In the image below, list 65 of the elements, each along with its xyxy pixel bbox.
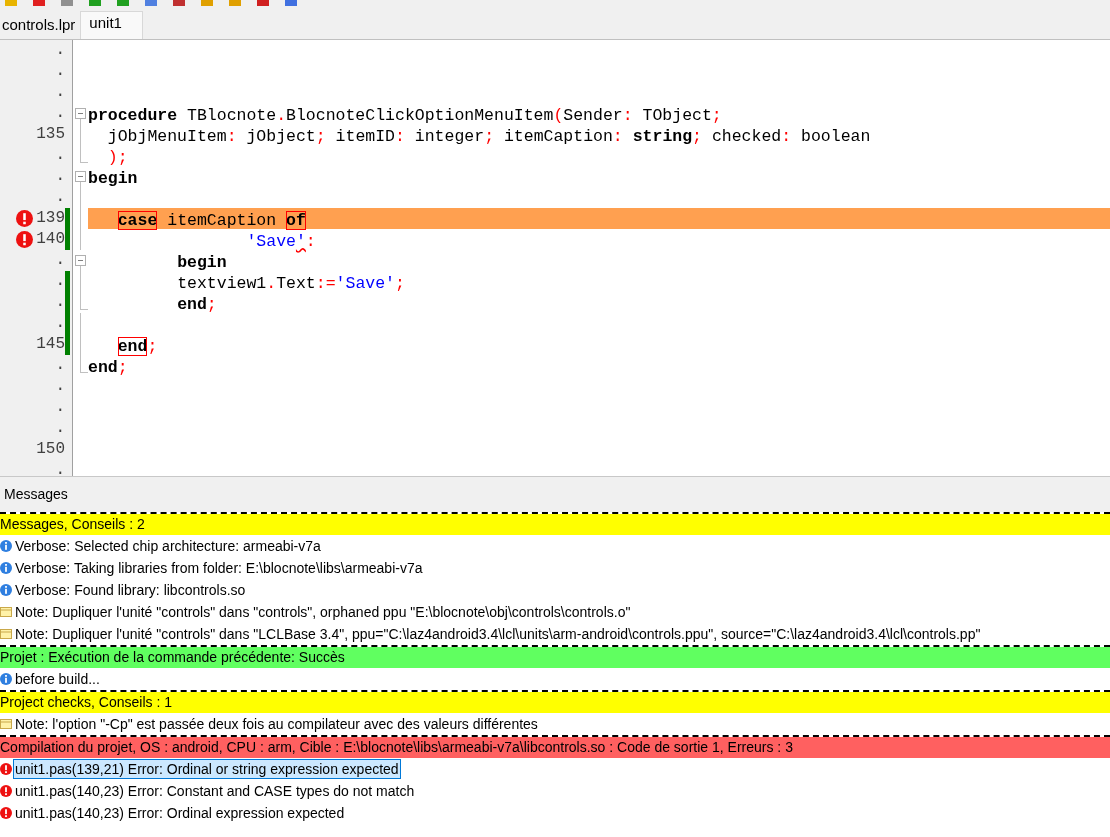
message-group-header[interactable]: Projet : Exécution de la commande précédente: Succès (0, 647, 1110, 668)
note-icon (0, 629, 12, 639)
line-number: 150 (36, 439, 66, 460)
message-row[interactable]: unit1.pas(140,23) Error: Ordinal expression expected (13, 803, 347, 823)
line-number: . (55, 40, 66, 61)
message-row[interactable]: Note: Dupliquer l'unité "controls" dans "LCLBase 3.4", ppu="C:\laz4android3.4\lcl\units\arm-android\controls.ppu", source="C:\laz4android3.4\lcl\controls.pp" (13, 624, 983, 644)
message-row[interactable]: Verbose: Selected chip architecture: armeabi-v7a (13, 536, 323, 556)
message-row[interactable]: unit1.pas(139,21) Error: Ordinal or string expression expected (13, 759, 401, 779)
toolbar-icon[interactable] (116, 0, 130, 6)
toolbar-icon[interactable] (32, 0, 46, 6)
message-row[interactable]: before build... (13, 669, 102, 689)
error-icon (16, 210, 33, 227)
message-group-header[interactable]: Compilation du projet, OS : android, CPU : arm, Cible : E:\blocnote\libs\armeabi-v7a\libcontrols.so : Code de sortie 1, Erreurs : 3 (0, 737, 1110, 758)
message-row[interactable]: Verbose: Found library: libcontrols.so (13, 580, 248, 600)
line-number: . (55, 145, 66, 166)
message-group-header[interactable]: Project checks, Conseils : 1 (0, 692, 1110, 713)
line-number: 140 (36, 229, 66, 250)
code-line: end; (116, 337, 158, 356)
code-line: jObjMenuItem: jObject; itemID: integer; itemCaption: string; checked: boolean (106, 127, 871, 146)
toolbar-icon[interactable] (88, 0, 102, 6)
code-line: textview1.Text:='Save'; (176, 274, 405, 293)
message-row[interactable]: Verbose: Taking libraries from folder: E:\blocnote\libs\armeabi-v7a (13, 558, 425, 578)
line-number: . (55, 292, 66, 313)
editor-tab[interactable]: controls.lpr (0, 11, 81, 39)
line-number: . (55, 418, 66, 439)
note-icon (0, 607, 12, 617)
message-row[interactable]: Note: l'option "-Cp" est passée deux fois au compilateur avec des valeurs différentes (13, 714, 540, 734)
toolbar-icon[interactable] (256, 0, 270, 6)
line-number: . (55, 271, 66, 292)
line-number: . (55, 61, 66, 82)
fold-toggle-icon[interactable] (75, 255, 86, 266)
line-number: . (55, 376, 66, 397)
code-line: ); (106, 148, 128, 167)
line-number: 135 (36, 124, 66, 145)
toolbar-icon[interactable] (172, 0, 186, 6)
code-line: end; (88, 358, 128, 377)
code-line: begin (88, 169, 138, 188)
fold-toggle-icon[interactable] (75, 108, 86, 119)
message-row[interactable]: unit1.pas(140,23) Error: Constant and CASE types do not match (13, 781, 417, 801)
editor-tab[interactable]: unit1 (80, 11, 144, 39)
line-number: . (55, 460, 66, 476)
line-number: . (55, 355, 66, 376)
fold-toggle-icon[interactable] (75, 171, 86, 182)
message-group-header[interactable]: Messages, Conseils : 2 (0, 514, 1110, 535)
line-number: . (55, 187, 66, 208)
code-line: 'Save': (245, 232, 316, 251)
line-number: . (55, 250, 66, 271)
toolbar-icon[interactable] (284, 0, 298, 6)
line-number: . (55, 313, 66, 334)
error-icon (16, 231, 33, 248)
line-number: . (55, 103, 66, 124)
line-number: . (55, 397, 66, 418)
line-number: . (55, 166, 66, 187)
code-line: begin (176, 253, 227, 272)
panel-title: Messages (4, 485, 68, 504)
toolbar-icon[interactable] (144, 0, 158, 6)
toolbar-icon[interactable] (60, 0, 74, 6)
line-number: 145 (36, 334, 66, 355)
line-number: 139 (36, 208, 66, 229)
message-row[interactable]: Note: Dupliquer l'unité "controls" dans "controls", orphaned ppu "E:\blocnote\obj\controls\controls.o" (13, 602, 633, 622)
code-line: procedure TBlocnote.BlocnoteClickOptionMenuItem(Sender: TObject; (88, 106, 722, 125)
line-number: . (55, 82, 66, 103)
code-line: case itemCaption of (116, 211, 306, 230)
code-line: end; (176, 295, 217, 314)
note-icon (0, 719, 12, 729)
